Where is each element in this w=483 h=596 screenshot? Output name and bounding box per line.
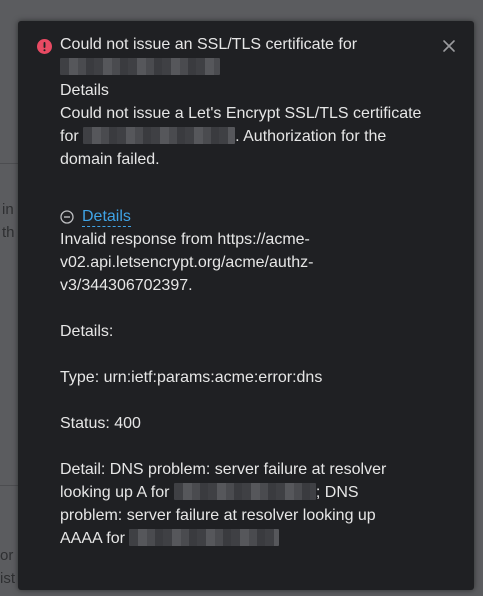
- detail-line: Details:: [60, 323, 114, 340]
- background-text: ist: [0, 570, 15, 587]
- detail-line: v02.api.letsencrypt.org/acme/authz-: [60, 254, 314, 271]
- detail-line: problem: server failure at resolver look…: [60, 507, 376, 524]
- details-content: Invalid response from https://acme- v02.…: [60, 228, 420, 550]
- background-text: in: [2, 201, 14, 218]
- redacted-text: [173, 483, 316, 500]
- background-divider: [0, 163, 18, 164]
- detail-text: looking up A for: [60, 484, 170, 501]
- detail-line: looking up A for ; DNS: [60, 481, 420, 504]
- message-text: for: [60, 128, 79, 145]
- detail-line: Detail: DNS problem: server failure at r…: [60, 461, 387, 478]
- error-notification: Could not issue an SSL/TLS certificate f…: [18, 21, 474, 590]
- background-divider: [0, 485, 18, 486]
- redacted-text: [129, 529, 280, 546]
- detail-line: v3/344306702397.: [60, 277, 193, 294]
- error-circle-icon: [37, 39, 52, 54]
- message-text: . Authorization for the: [235, 128, 387, 145]
- detail-text: AAAA for: [60, 530, 125, 547]
- notification-body: Could not issue an SSL/TLS certificate f…: [60, 33, 422, 550]
- detail-line: Invalid response from https://acme-: [60, 231, 310, 248]
- close-x-icon[interactable]: [440, 37, 458, 55]
- message-line: for . Authorization for the: [60, 125, 420, 148]
- detail-line: Status: 400: [60, 415, 141, 432]
- background-text: th: [2, 224, 15, 241]
- minus-circle-icon: [60, 209, 74, 224]
- redacted-domain: [60, 56, 420, 79]
- detail-text: ; DNS: [315, 484, 359, 501]
- detail-line: Type: urn:ietf:params:acme:error:dns: [60, 369, 323, 386]
- background-text: or: [0, 547, 14, 564]
- message-line: Could not issue a Let's Encrypt SSL/TLS …: [60, 105, 422, 122]
- redacted-text: [83, 127, 236, 144]
- detail-line: AAAA for: [60, 527, 420, 550]
- message-line: domain failed.: [60, 151, 160, 168]
- redacted-text: [60, 58, 220, 75]
- notification-title: Could not issue an SSL/TLS certificate f…: [60, 36, 358, 53]
- details-heading: Details: [60, 82, 109, 99]
- details-toggle[interactable]: Details: [60, 205, 420, 228]
- details-toggle-link[interactable]: Details: [82, 207, 131, 227]
